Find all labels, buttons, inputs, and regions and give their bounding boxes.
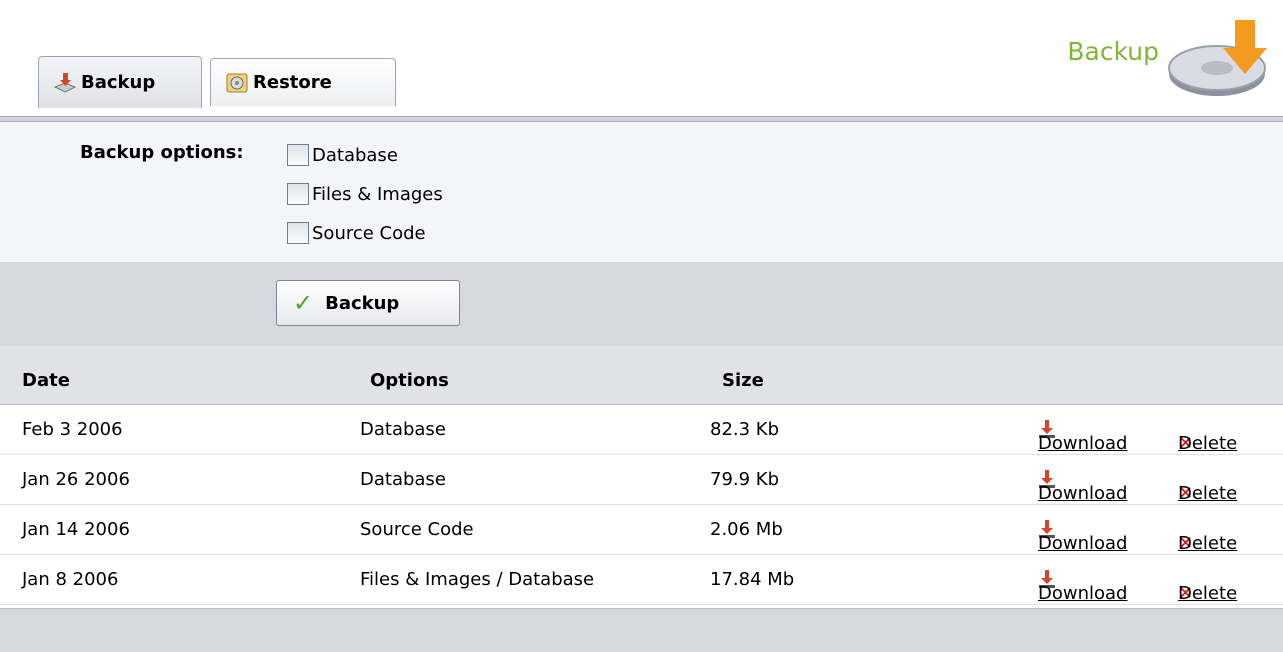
row-options: Database: [360, 469, 446, 490]
files-images-checkbox[interactable]: [287, 183, 309, 205]
row-options: Database: [360, 419, 446, 440]
table-header: Date Options Size: [0, 346, 1283, 405]
backup-options-panel: Backup options: Database Files & Images …: [0, 122, 1283, 263]
download-link[interactable]: Download: [1038, 469, 1127, 504]
row-options: Files & Images / Database: [360, 569, 595, 590]
option-source-code[interactable]: Source Code: [287, 222, 426, 244]
header-options: Options: [370, 370, 449, 391]
table-row: Jan 14 2006 Source Code 2.06 Mb Download…: [0, 505, 1283, 555]
backup-button[interactable]: ✓ Backup: [276, 280, 460, 326]
row-date: Jan 14 2006: [22, 519, 130, 540]
row-size: 2.06 Mb: [710, 519, 783, 540]
backups-table: Date Options Size Feb 3 2006 Database 82…: [0, 346, 1283, 605]
download-link[interactable]: Download: [1038, 569, 1127, 604]
source-code-option-label: Source Code: [312, 222, 426, 244]
option-files-images[interactable]: Files & Images: [287, 183, 443, 205]
database-checkbox[interactable]: [287, 144, 309, 166]
row-date: Jan 26 2006: [22, 469, 130, 490]
delete-label[interactable]: Delete: [1178, 483, 1237, 504]
delete-label[interactable]: Delete: [1178, 533, 1237, 554]
header-date: Date: [22, 370, 70, 391]
option-database[interactable]: Database: [287, 144, 398, 166]
tab-backup-label: Backup: [81, 72, 156, 93]
table-row: Jan 26 2006 Database 79.9 Kb Download ✕ …: [0, 455, 1283, 505]
footer-bar: [0, 608, 1283, 652]
row-size: 17.84 Mb: [710, 569, 795, 590]
page-title: Backup: [1067, 37, 1159, 66]
download-link[interactable]: Download: [1038, 519, 1127, 554]
download-label[interactable]: Download: [1038, 533, 1127, 554]
delete-label[interactable]: Delete: [1178, 433, 1237, 454]
row-date: Jan 8 2006: [22, 569, 119, 590]
tab-backup[interactable]: Backup: [38, 56, 202, 108]
download-tray-icon: [53, 72, 77, 93]
restore-disc-icon: [226, 73, 248, 92]
tab-restore-label: Restore: [253, 72, 332, 93]
action-bar: ✓ Backup: [0, 262, 1283, 348]
checkmark-icon: ✓: [293, 289, 314, 317]
tab-restore[interactable]: Restore: [210, 58, 396, 106]
table-row: Jan 8 2006 Files & Images / Database 17.…: [0, 555, 1283, 605]
header-logo: Backup: [1055, 8, 1275, 98]
download-label[interactable]: Download: [1038, 483, 1127, 504]
database-option-label: Database: [312, 144, 398, 166]
files-images-option-label: Files & Images: [312, 183, 443, 205]
row-date: Feb 3 2006: [22, 419, 123, 440]
table-row: Feb 3 2006 Database 82.3 Kb Download ✕ D…: [0, 405, 1283, 455]
source-code-checkbox[interactable]: [287, 222, 309, 244]
download-label[interactable]: Download: [1038, 583, 1127, 604]
backup-button-label: Backup: [325, 292, 400, 314]
row-options: Source Code: [360, 519, 474, 540]
row-size: 79.9 Kb: [710, 469, 780, 490]
header-size: Size: [722, 370, 764, 391]
row-size: 82.3 Kb: [710, 419, 780, 440]
backup-options-label: Backup options:: [80, 142, 244, 163]
download-label[interactable]: Download: [1038, 433, 1127, 454]
download-link[interactable]: Download: [1038, 419, 1127, 454]
delete-label[interactable]: Delete: [1178, 583, 1237, 604]
hard-drive-download-icon: [1168, 20, 1267, 96]
